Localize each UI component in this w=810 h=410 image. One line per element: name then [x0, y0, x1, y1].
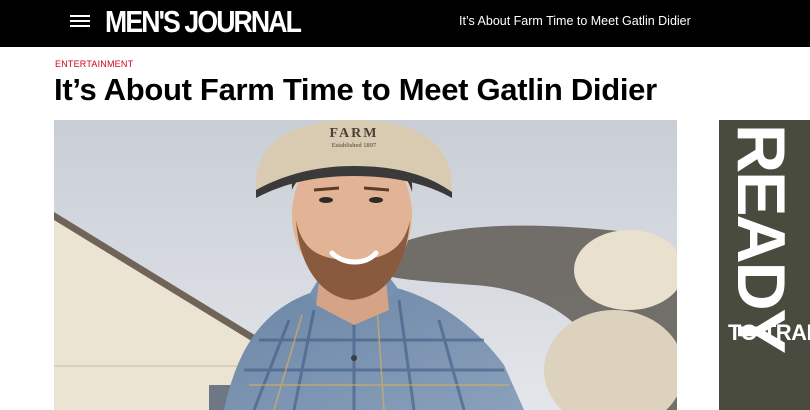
hero-photo: FARM Established 1897	[54, 120, 677, 410]
hero-image: FARM Established 1897	[54, 120, 677, 410]
cap-logo-subtext: Established 1897	[332, 142, 377, 149]
site-logo[interactable]: MEN'S JOURNAL	[105, 3, 302, 41]
article-headline: It’s About Farm Time to Meet Gatlin Didi…	[54, 72, 657, 107]
ad-subheadline: TO TRAIN	[728, 320, 810, 345]
sidebar-advertisement[interactable]: READY TO TRAIN	[719, 120, 810, 410]
sticky-article-title: It’s About Farm Time to Meet Gatlin Didi…	[459, 14, 691, 28]
category-link[interactable]: ENTERTAINMENT	[55, 59, 133, 69]
ad-headline: READY	[723, 124, 799, 353]
hamburger-menu-icon[interactable]	[70, 15, 90, 31]
top-navigation-bar: MEN'S JOURNAL It’s About Farm Time to Me…	[0, 0, 810, 47]
cap-logo-text: FARM	[330, 126, 379, 141]
